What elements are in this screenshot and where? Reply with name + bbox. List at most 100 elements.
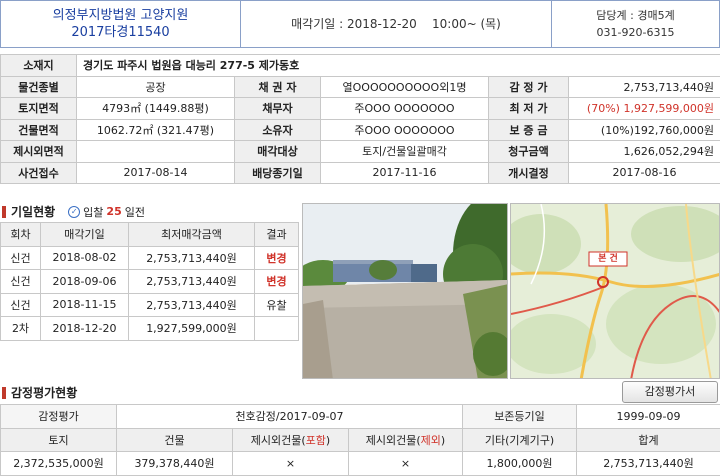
owner-value: 주OOO OOOOOOO <box>320 118 489 141</box>
bid-label: 입찰 <box>83 205 104 219</box>
date-cell: 2018-12-20 <box>40 316 129 341</box>
auction-history-table: 회차 매각기일 최저매각금액 결과 신건 2018-08-02 2,753,71… <box>0 222 299 341</box>
sale-time: 10:00~ (목) <box>432 17 501 31</box>
history-title: 기일현황 <box>11 205 56 219</box>
header-excluded-included: 제시외건물(포함) <box>232 427 349 452</box>
excluded-included-value: × <box>232 451 349 476</box>
appraisal-report-button[interactable]: 감정평가서 <box>622 381 718 403</box>
min-price-value: (70%) 1,927,599,000원 <box>567 97 720 120</box>
bid-countdown: ✓ 입찰 25 일전 <box>68 204 145 220</box>
creditor-value: 열OOOOOOOOOO외1명 <box>320 75 489 98</box>
address-label: 소재지 <box>0 54 77 77</box>
days-left: 25 <box>106 205 122 218</box>
info-row: 건물면적 1062.72㎡ (321.47평) 소유자 주OOO OOOOOOO… <box>0 118 720 141</box>
address-value: 경기도 파주시 법원읍 대능리 277-5 제가동호 <box>75 54 720 77</box>
section-marker <box>2 205 6 218</box>
appraisal-label: 감 정 가 <box>488 75 569 98</box>
building-area-label: 건물면적 <box>0 118 77 141</box>
debtor-label: 채무자 <box>234 97 321 120</box>
sale-target-value: 토지/건물일괄매각 <box>320 140 489 163</box>
case-received-label: 사건접수 <box>0 161 77 184</box>
price-cell: 2,753,713,440원 <box>128 292 255 317</box>
claim-value: 1,626,052,294원 <box>567 140 720 163</box>
history-row: 신건 2018-08-02 2,753,713,440원 변경 <box>0 245 299 270</box>
property-photo[interactable] <box>302 203 508 379</box>
appraisal-header-row: 토지 건물 제시외건물(포함) 제시외건물(제외) 기타(기계기구) 합계 <box>0 427 720 452</box>
info-row: 토지면적 4793㎡ (1449.88평) 채무자 주OOO OOOOOOO 최… <box>0 97 720 120</box>
debtor-value: 주OOO OOOOOOO <box>320 97 489 120</box>
location-map[interactable]: 본 건 <box>510 203 720 379</box>
land-area-label: 토지면적 <box>0 97 77 120</box>
header-building: 건물 <box>116 427 233 452</box>
info-row: 제시외면적 매각대상 토지/건물일괄매각 청구금액 1,626,052,294원 <box>0 140 720 163</box>
preserve-date-label: 보존등기일 <box>462 404 577 429</box>
info-row: 사건접수 2017-08-14 배당종기일 2017-11-16 개시결정 20… <box>0 161 720 184</box>
header-excluded-excluded: 제시외건물(제외) <box>348 427 463 452</box>
location-map-image <box>511 204 719 378</box>
sale-date-info: 매각기일 : 2018-12-20 10:00~ (목) <box>291 17 501 31</box>
header-total: 합계 <box>576 427 720 452</box>
appraisal-value-row: 2,372,535,000원 379,378,440원 × × 1,800,00… <box>0 451 720 476</box>
excluded-area-label: 제시외면적 <box>0 140 77 163</box>
excluded-excluded-value: × <box>348 451 463 476</box>
other-value: 1,800,000원 <box>462 451 577 476</box>
appraisal-agency: 천호감정/2017-09-07 <box>116 404 463 429</box>
dividend-deadline-label: 배당종기일 <box>234 161 321 184</box>
header-other: 기타(기계기구) <box>462 427 577 452</box>
round-cell: 신건 <box>0 269 41 294</box>
court-info: 의정부지방법원 고양지원 2017타경11540 <box>1 1 241 47</box>
phone-number: 031-920-6315 <box>596 26 675 39</box>
deposit-label: 보 증 금 <box>488 118 569 141</box>
commence-value: 2017-08-16 <box>567 161 720 184</box>
history-row: 신건 2018-09-06 2,753,713,440원 변경 <box>0 269 299 294</box>
header-text: 제시외건물( <box>250 433 306 447</box>
case-received-value: 2017-08-14 <box>76 161 235 184</box>
total-value: 2,753,713,440원 <box>576 451 720 476</box>
appraisal-label: 감정평가 <box>0 404 117 429</box>
check-icon: ✓ <box>68 205 81 218</box>
round-cell: 신건 <box>0 292 41 317</box>
header-text: ) <box>440 433 446 447</box>
header-included-text: 포함 <box>305 433 326 447</box>
price-cell: 2,753,713,440원 <box>128 245 255 270</box>
property-photo-image <box>303 204 507 378</box>
header-round: 회차 <box>0 222 41 247</box>
header-excluded-text: 제외 <box>420 433 441 447</box>
land-value: 2,372,535,000원 <box>0 451 117 476</box>
use-type-value: 공장 <box>76 75 235 98</box>
address-row: 소재지 경기도 파주시 법원읍 대능리 277-5 제가동호 <box>0 54 720 77</box>
header-land: 토지 <box>0 427 117 452</box>
header-min-price: 최저매각금액 <box>128 222 255 247</box>
use-type-label: 물건종별 <box>0 75 77 98</box>
result-cell: 유찰 <box>254 292 299 317</box>
result-cell: 변경 <box>254 245 299 270</box>
contact-info: 담당계 : 경매5계 031-920-6315 <box>551 1 719 47</box>
header-result: 결과 <box>254 222 299 247</box>
department: 담당계 : 경매5계 <box>596 9 675 22</box>
property-info-table: 소재지 경기도 파주시 법원읍 대능리 277-5 제가동호 물건종별 공장 채… <box>0 54 720 184</box>
appraisal-section-title: 감정평가현황 <box>2 384 77 401</box>
appraisal-value: 2,753,713,440원 <box>567 75 720 98</box>
sale-date: 2018-12-20 <box>346 17 417 31</box>
commence-label: 개시결정 <box>488 161 569 184</box>
preserve-date-value: 1999-09-09 <box>576 404 720 429</box>
header-text: 제시외건물( <box>365 433 421 447</box>
owner-label: 소유자 <box>234 118 321 141</box>
price-cell: 1,927,599,000원 <box>128 316 255 341</box>
info-row: 물건종별 공장 채 권 자 열OOOOOOOOOO외1명 감 정 가 2,753… <box>0 75 720 98</box>
date-cell: 2018-11-15 <box>40 292 129 317</box>
history-row: 신건 2018-11-15 2,753,713,440원 유찰 <box>0 292 299 317</box>
history-section-title: 기일현황 ✓ 입찰 25 일전 <box>2 203 145 220</box>
min-price-label: 최 저 가 <box>488 97 569 120</box>
section-marker <box>2 386 6 399</box>
result-cell <box>254 316 299 341</box>
court-name: 의정부지방법원 고양지원 <box>52 8 189 23</box>
land-area-value: 4793㎡ (1449.88평) <box>76 97 235 120</box>
appraisal-title: 감정평가현황 <box>11 386 78 400</box>
header-text: ) <box>325 433 331 447</box>
result-cell: 변경 <box>254 269 299 294</box>
case-number: 2017타경11540 <box>71 25 170 40</box>
case-header: 의정부지방법원 고양지원 2017타경11540 매각기일 : 2018-12-… <box>0 0 720 48</box>
history-row: 2차 2018-12-20 1,927,599,000원 <box>0 316 299 341</box>
appraisal-table: 감정평가 천호감정/2017-09-07 보존등기일 1999-09-09 토지… <box>0 404 720 476</box>
